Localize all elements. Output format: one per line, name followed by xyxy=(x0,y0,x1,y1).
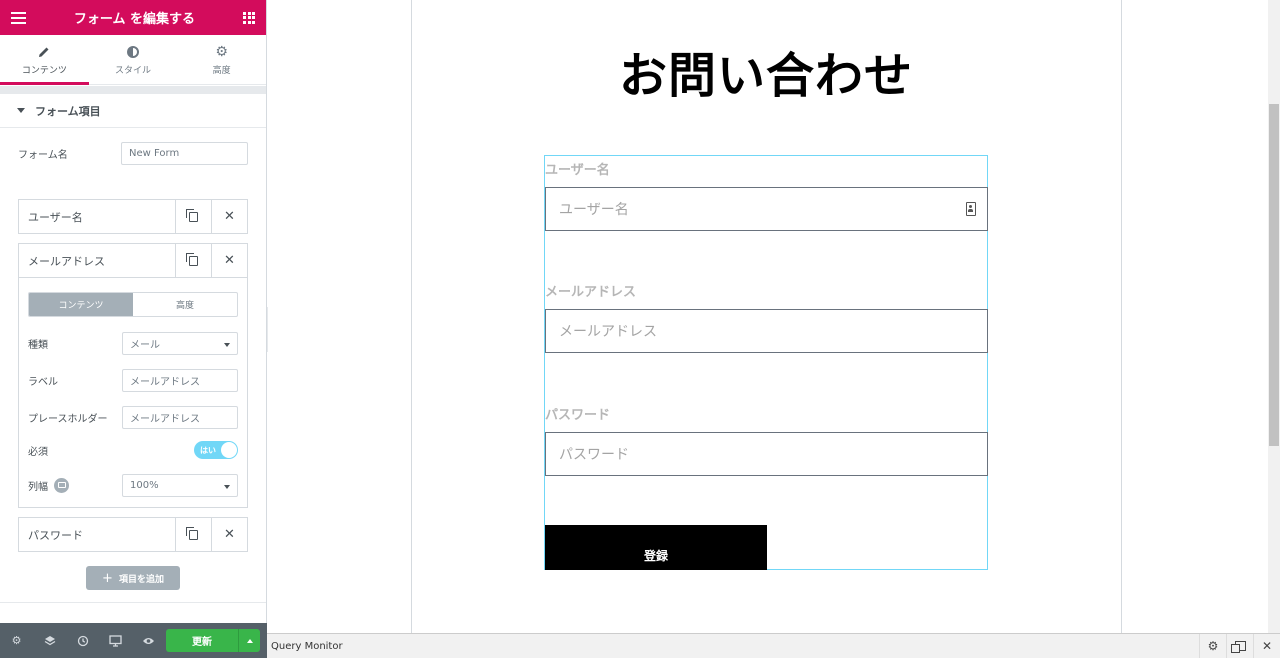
tab-style-label: スタイル xyxy=(115,65,152,76)
panel-title: フォーム を編集する xyxy=(73,12,196,27)
settings-gear-icon[interactable]: ⚙ xyxy=(0,623,33,658)
password-label: パスワード xyxy=(545,408,611,423)
placeholder-label: プレースホルダー xyxy=(28,413,108,425)
preview-canvas: お問い合わせ ユーザー名 ユーザー名 メールアドレス メールアドレス パスワード… xyxy=(268,0,1280,633)
submit-button[interactable]: 登録 xyxy=(545,525,767,570)
password-input[interactable]: パスワード xyxy=(545,432,988,476)
remove-button[interactable]: ✕ xyxy=(211,518,247,551)
gear-icon: ⚙ xyxy=(215,43,228,60)
toggle-on-label: はい xyxy=(200,445,216,455)
tab-advanced[interactable]: ⚙ 高度 xyxy=(177,35,266,84)
label-label: ラベル xyxy=(28,376,58,388)
panel-tabs: コンテンツ スタイル ⚙ 高度 xyxy=(0,35,266,85)
label-input[interactable]: メールアドレス xyxy=(122,368,238,392)
add-item-button[interactable]: + 項目を追加 xyxy=(86,566,180,590)
qm-settings-button[interactable]: ⚙ xyxy=(1199,634,1226,658)
preview-eye-icon[interactable] xyxy=(132,623,165,658)
caret-up-icon xyxy=(246,638,253,643)
type-select[interactable]: メール xyxy=(122,331,238,355)
required-toggle[interactable]: はい xyxy=(194,441,238,459)
contact-card-icon[interactable] xyxy=(966,202,976,216)
history-icon[interactable] xyxy=(66,623,99,658)
close-icon: ✕ xyxy=(224,209,235,224)
query-monitor-title[interactable]: Query Monitor xyxy=(267,641,1199,652)
section-form-fields[interactable]: フォーム項目 xyxy=(0,94,266,128)
repeater-item-title: ユーザー名 xyxy=(28,210,83,224)
tab-field-advanced[interactable]: 高度 xyxy=(133,293,237,316)
widgets-grid-icon[interactable] xyxy=(243,11,255,24)
duplicate-button[interactable] xyxy=(175,200,211,233)
add-item-label: 項目を追加 xyxy=(118,574,164,585)
repeater-item-email[interactable]: メールアドレス ✕ xyxy=(18,243,248,278)
panel-footer: ⚙ 更新 xyxy=(0,623,267,658)
close-icon: ✕ xyxy=(224,527,235,542)
password-placeholder: パスワード xyxy=(559,447,629,463)
tab-content-label: コンテンツ xyxy=(21,65,67,76)
contrast-icon xyxy=(127,45,139,58)
username-label: ユーザー名 xyxy=(545,163,610,178)
update-button[interactable]: 更新 xyxy=(166,629,238,652)
copy-icon xyxy=(186,208,198,222)
qm-toggle-position-button[interactable] xyxy=(1226,634,1253,658)
column-width-label: 列幅 xyxy=(28,481,48,493)
navigator-layers-icon[interactable] xyxy=(33,623,66,658)
gear-icon: ⚙ xyxy=(1207,639,1219,653)
repeater-item-editor: コンテンツ 高度 種類 メール ラベル メールアドレス プレースホルダー メール… xyxy=(18,278,248,508)
tab-field-content[interactable]: コンテンツ xyxy=(29,293,133,316)
email-label: メールアドレス xyxy=(545,285,637,300)
save-options-button[interactable] xyxy=(238,629,260,652)
section-title: フォーム項目 xyxy=(35,104,101,118)
tab-style[interactable]: スタイル xyxy=(89,35,178,84)
responsive-desktop-icon[interactable] xyxy=(54,477,69,493)
close-icon: ✕ xyxy=(224,253,235,268)
remove-button[interactable]: ✕ xyxy=(211,244,247,277)
section-guide-right xyxy=(1121,0,1122,633)
repeater-item-title: パスワード xyxy=(28,528,83,542)
email-input[interactable]: メールアドレス xyxy=(545,309,988,353)
duplicate-button[interactable] xyxy=(175,244,211,277)
pencil-icon xyxy=(38,44,50,60)
copy-icon xyxy=(186,526,198,540)
qm-close-button[interactable]: ✕ xyxy=(1253,634,1280,658)
responsive-mode-icon[interactable] xyxy=(99,623,132,658)
tab-advanced-label: 高度 xyxy=(212,65,231,76)
tab-content[interactable]: コンテンツ xyxy=(0,35,89,85)
remove-button[interactable]: ✕ xyxy=(211,200,247,233)
editor-panel: フォーム を編集する コンテンツ スタイル ⚙ 高度 フォーム項目 フォーム名 … xyxy=(0,0,267,658)
column-width-select[interactable]: 100% xyxy=(122,473,238,497)
repeater-item-username[interactable]: ユーザー名 ✕ xyxy=(18,199,248,234)
username-input[interactable]: ユーザー名 xyxy=(545,187,988,231)
copy-icon xyxy=(186,252,198,266)
caret-down-icon xyxy=(17,108,25,113)
plus-icon: + xyxy=(102,570,113,586)
required-label: 必須 xyxy=(28,446,48,458)
query-monitor-bar: Query Monitor ⚙ ✕ xyxy=(267,633,1280,658)
form-name-label: フォーム名 xyxy=(18,149,68,161)
window-icon xyxy=(1230,641,1246,653)
contact-form[interactable]: ユーザー名 ユーザー名 メールアドレス メールアドレス パスワード パスワード … xyxy=(544,155,988,570)
panel-controls: フォーム項目 フォーム名 New Form ユーザー名 ✕ メールアドレス ✕ … xyxy=(0,86,266,623)
repeater-item-password[interactable]: パスワード ✕ xyxy=(18,517,248,552)
repeater-item-title: メールアドレス xyxy=(28,254,105,268)
field-editor-tabs: コンテンツ 高度 xyxy=(28,292,238,317)
panel-header: フォーム を編集する xyxy=(0,0,266,35)
menu-icon[interactable] xyxy=(11,11,26,24)
close-icon: ✕ xyxy=(1261,639,1273,653)
page-title: お問い合わせ xyxy=(618,48,913,104)
preview-scrollbar[interactable] xyxy=(1268,0,1280,633)
form-name-input[interactable]: New Form xyxy=(121,141,248,165)
scrollbar-thumb[interactable] xyxy=(1269,104,1279,446)
email-placeholder: メールアドレス xyxy=(559,324,657,340)
username-placeholder: ユーザー名 xyxy=(559,202,629,218)
type-label: 種類 xyxy=(28,339,48,351)
placeholder-input[interactable]: メールアドレス xyxy=(122,405,238,429)
duplicate-button[interactable] xyxy=(175,518,211,551)
